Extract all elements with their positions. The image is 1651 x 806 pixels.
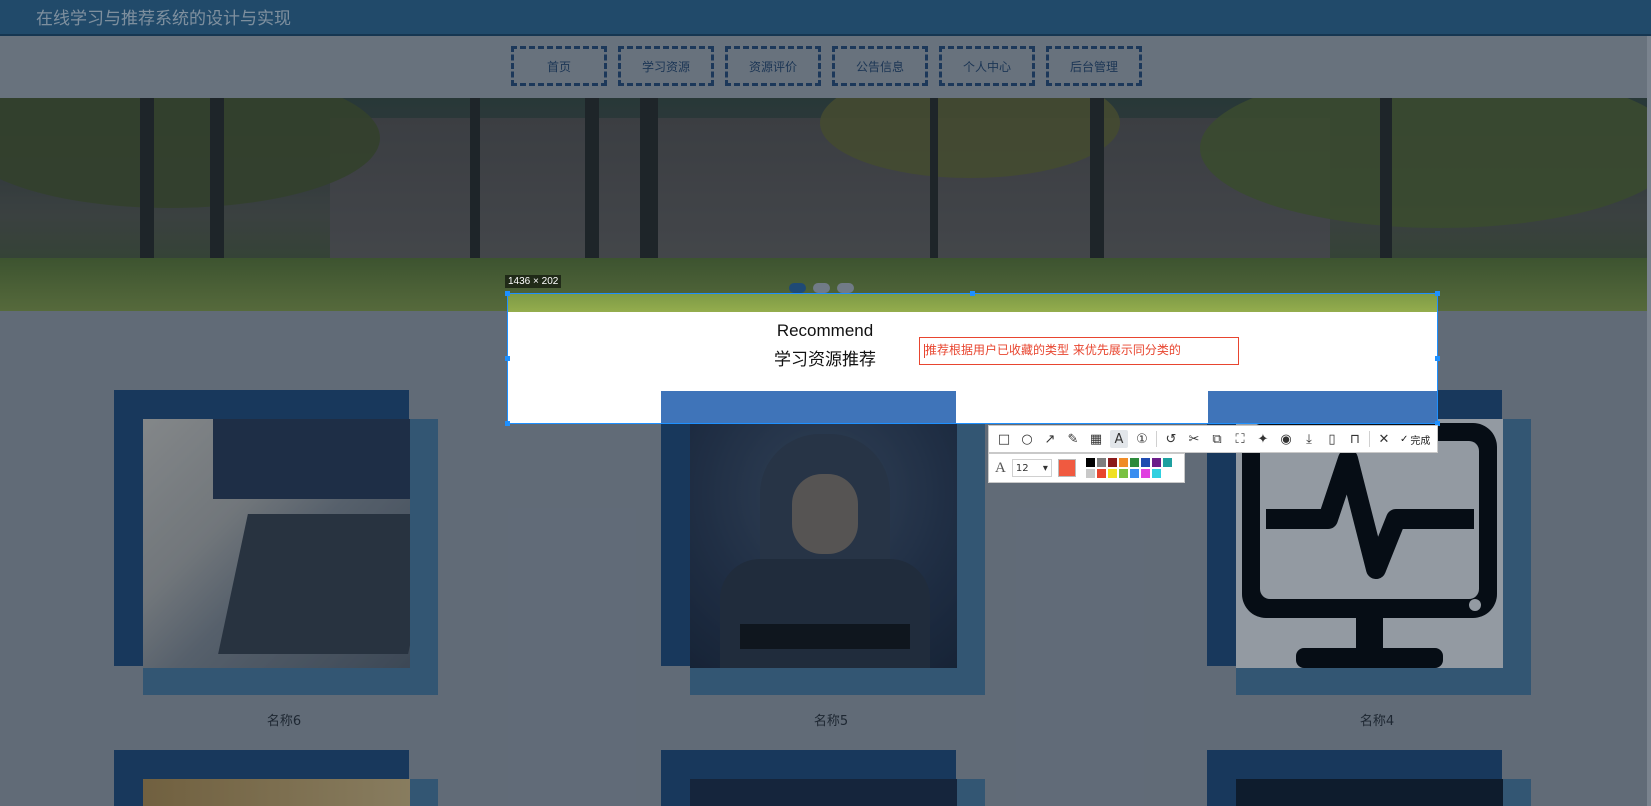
color-swatch[interactable]	[1085, 469, 1095, 478]
color-swatch[interactable]	[1140, 458, 1150, 467]
current-color-swatch[interactable]	[1057, 459, 1076, 477]
text-annotation-input[interactable]: 推荐根据用户已收藏的类型 来优先展示同分类的	[919, 337, 1239, 365]
recommend-title-cn: 学习资源推荐	[774, 350, 876, 370]
selection-handle[interactable]	[505, 356, 510, 361]
hero-banner	[0, 98, 1647, 311]
nav-item-profile[interactable]: 个人中心	[939, 46, 1035, 86]
check-icon: ✓	[1400, 433, 1409, 445]
resource-card-name[interactable]: 名称4	[1207, 710, 1547, 729]
chevron-down-icon: ▾	[1042, 462, 1048, 474]
recommend-title-en: Recommend	[776, 321, 874, 340]
text-options-bar: A 12 ▾	[988, 453, 1185, 483]
color-swatch[interactable]	[1129, 458, 1139, 467]
banner-foliage	[0, 98, 380, 208]
carousel-dot[interactable]	[789, 283, 806, 293]
nav-item-admin[interactable]: 后台管理	[1046, 46, 1142, 86]
text-icon[interactable]: A	[1110, 430, 1128, 448]
number-icon[interactable]: ①	[1133, 430, 1151, 448]
selection-handle[interactable]	[1435, 356, 1440, 361]
done-label: 完成	[1410, 435, 1431, 447]
ellipse-icon[interactable]: ○	[1018, 430, 1036, 448]
selection-handle[interactable]	[970, 291, 975, 296]
color-swatch[interactable]	[1107, 458, 1117, 467]
site-header: 在线学习与推荐系统的设计与实现	[0, 0, 1651, 36]
font-size-select[interactable]: 12 ▾	[1011, 459, 1052, 477]
color-palette	[1085, 458, 1183, 478]
page-scrollbar[interactable]	[1647, 36, 1651, 806]
resource-card[interactable]	[661, 750, 1001, 806]
laptop-photo	[143, 419, 410, 668]
resource-card[interactable]	[661, 390, 1001, 700]
resource-card-name[interactable]: 名称6	[114, 710, 454, 729]
resource-card[interactable]	[114, 750, 454, 806]
selection-handle[interactable]	[505, 291, 510, 296]
hacker-photo	[690, 419, 957, 668]
color-swatch[interactable]	[1118, 469, 1128, 478]
bookmark-icon[interactable]: ⊓	[1346, 430, 1364, 448]
selection-handle[interactable]	[505, 421, 510, 426]
nav-item-resources[interactable]: 学习资源	[618, 46, 714, 86]
color-swatch[interactable]	[1151, 458, 1161, 467]
carousel-dot[interactable]	[837, 283, 854, 293]
nav-bar: 首页 学习资源 资源评价 公告信息 个人中心 后台管理	[0, 36, 1651, 98]
screenshot-selection[interactable]: Recommend 学习资源推荐 推荐根据用户已收藏的类型 来优先展示同分类的	[507, 293, 1438, 424]
arrow-icon[interactable]: ↗	[1041, 430, 1059, 448]
long-screenshot-icon[interactable]: ▯	[1323, 430, 1341, 448]
ocr-icon[interactable]: ⛶	[1231, 430, 1249, 448]
color-swatch[interactable]	[1173, 458, 1183, 467]
rectangle-icon[interactable]: □	[995, 430, 1013, 448]
color-swatch[interactable]	[1151, 469, 1161, 478]
color-swatch[interactable]	[1085, 458, 1095, 467]
color-swatch[interactable]	[1129, 469, 1139, 478]
selection-size-label: 1436 × 202	[505, 275, 562, 288]
nav-item-reviews[interactable]: 资源评价	[725, 46, 821, 86]
font-icon: A	[995, 459, 1006, 476]
mosaic-icon[interactable]: ▦	[1087, 430, 1105, 448]
nav-item-announcements[interactable]: 公告信息	[832, 46, 928, 86]
color-swatch[interactable]	[1096, 458, 1106, 467]
carousel-indicators	[789, 283, 854, 293]
selection-handle[interactable]	[1435, 291, 1440, 296]
font-size-value: 12	[1015, 462, 1029, 474]
close-icon[interactable]: ✕	[1375, 430, 1393, 448]
resource-card[interactable]	[1207, 750, 1547, 806]
color-swatch[interactable]	[1107, 469, 1117, 478]
color-swatch[interactable]	[1096, 469, 1106, 478]
cut-icon[interactable]: ✂	[1185, 430, 1203, 448]
monitor-pulse-icon	[1236, 419, 1503, 668]
screenshot-toolbar: □ ○ ↗ ✎ ▦ A ① ↺ ✂ ⧉ ⛶ ✦ ◉ ⤓ ▯ ⊓ ✕ ✓ 完成	[988, 425, 1438, 453]
color-swatch[interactable]	[1162, 458, 1172, 467]
download-icon[interactable]: ⤓	[1300, 430, 1318, 448]
color-swatch[interactable]	[1118, 458, 1128, 467]
color-swatch[interactable]	[1140, 469, 1150, 478]
resource-card-name[interactable]: 名称5	[661, 710, 1001, 729]
record-icon[interactable]: ◉	[1277, 430, 1295, 448]
undo-icon[interactable]: ↺	[1162, 430, 1180, 448]
carousel-dot[interactable]	[813, 283, 830, 293]
done-button[interactable]: ✓ 完成	[1400, 432, 1430, 447]
resource-card[interactable]	[114, 390, 454, 700]
nav-item-home[interactable]: 首页	[511, 46, 607, 86]
site-title: 在线学习与推荐系统的设计与实现	[36, 9, 291, 29]
pen-icon[interactable]: ✎	[1064, 430, 1082, 448]
translate-icon[interactable]: ⧉	[1208, 430, 1226, 448]
pin-icon[interactable]: ✦	[1254, 430, 1272, 448]
